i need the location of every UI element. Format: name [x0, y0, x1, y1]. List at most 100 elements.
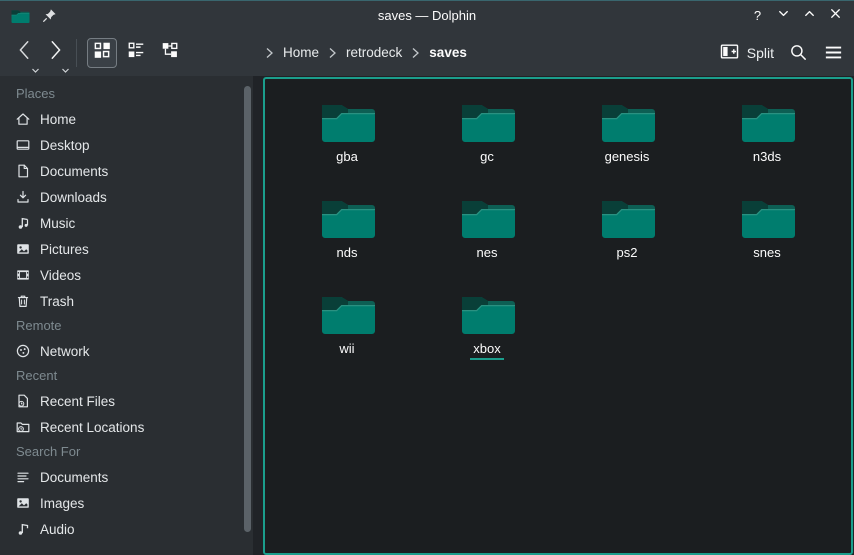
- help-button[interactable]: ?: [749, 7, 766, 24]
- trash-icon: [15, 293, 31, 309]
- sidebar-item-label: Pictures: [40, 242, 89, 257]
- sidebar-item-label: Network: [40, 344, 90, 359]
- folder-grid: gba gc genesis n3ds nds nes ps2 snes wii…: [265, 79, 841, 375]
- icons-view-button[interactable]: [87, 38, 117, 68]
- window-title: saves — Dolphin: [0, 8, 854, 23]
- forward-dropdown-caret-icon[interactable]: [61, 61, 70, 67]
- folder-icon: [739, 191, 795, 241]
- sidebar-item-recent-locations[interactable]: Recent Locations: [0, 414, 253, 440]
- sidebar-section-list: Recent Files Recent Locations: [0, 388, 253, 440]
- folder-icon: [459, 95, 515, 145]
- search-icon: [788, 42, 809, 63]
- folder-icon: [459, 287, 515, 337]
- image-icon: [15, 495, 31, 511]
- sidebar-item-documents[interactable]: Documents: [0, 158, 253, 184]
- documents-lines-icon: [15, 469, 31, 485]
- sidebar-item-home[interactable]: Home: [0, 106, 253, 132]
- sidebar-item-label: Documents: [40, 470, 108, 485]
- sidebar-item-label: Music: [40, 216, 75, 231]
- sidebar-item-documents[interactable]: Documents: [0, 464, 253, 490]
- sidebar-item-audio[interactable]: Audio: [0, 516, 253, 542]
- folder-item-gc[interactable]: gc: [417, 87, 557, 183]
- folder-item-nds[interactable]: nds: [277, 183, 417, 279]
- folder-item-ps2[interactable]: ps2: [557, 183, 697, 279]
- folder-icon: [599, 95, 655, 145]
- sidebar-item-videos[interactable]: Videos: [0, 262, 253, 288]
- close-button[interactable]: [827, 7, 844, 24]
- document-icon: [15, 163, 31, 179]
- chevron-down-icon: [776, 6, 791, 24]
- chevron-right-icon: [328, 47, 337, 59]
- search-button[interactable]: [788, 42, 809, 63]
- sidebar-item-trash[interactable]: Trash: [0, 288, 253, 314]
- sidebar-item-label: Recent Locations: [40, 420, 144, 435]
- split-icon: [719, 41, 740, 65]
- back-button[interactable]: [10, 37, 40, 69]
- music-icon: [15, 215, 31, 231]
- back-dropdown-caret-icon[interactable]: [31, 61, 40, 67]
- folder-item-gba[interactable]: gba: [277, 87, 417, 183]
- hamburger-icon: [823, 42, 844, 63]
- sidebar-item-label: Trash: [40, 294, 74, 309]
- folder-item-nes[interactable]: nes: [417, 183, 557, 279]
- sidebar-section-title: Places: [0, 82, 253, 106]
- sidebar-scrollbar[interactable]: [244, 86, 251, 532]
- folder-label: nds: [334, 245, 361, 264]
- forward-button[interactable]: [40, 37, 70, 69]
- sidebar-item-recent-files[interactable]: Recent Files: [0, 388, 253, 414]
- network-icon: [15, 343, 31, 359]
- main-area: gba gc genesis n3ds nds nes ps2 snes wii…: [253, 76, 854, 555]
- details-view-icon: [126, 40, 146, 65]
- chevron-right-icon: [411, 47, 420, 59]
- folder-item-snes[interactable]: snes: [697, 183, 837, 279]
- video-icon: [15, 267, 31, 283]
- maximize-button[interactable]: [801, 7, 818, 24]
- folder-item-genesis[interactable]: genesis: [557, 87, 697, 183]
- sidebar-item-network[interactable]: Network: [0, 338, 253, 364]
- folder-label: wii: [336, 341, 357, 360]
- folder-icon: [599, 191, 655, 241]
- minimize-button[interactable]: [775, 7, 792, 24]
- icons-view-icon: [92, 40, 112, 65]
- tree-view-button[interactable]: [155, 38, 185, 68]
- sidebar-item-label: Downloads: [40, 190, 107, 205]
- recent-locations-icon: [15, 419, 31, 435]
- sidebar-section: Recent Recent Files Recent Locations: [0, 364, 253, 440]
- folder-item-wii[interactable]: wii: [277, 279, 417, 375]
- toolbar-separator: [76, 39, 77, 67]
- split-button[interactable]: Split: [719, 41, 774, 65]
- titlebar: saves — Dolphin ?: [0, 1, 854, 29]
- sidebar-item-desktop[interactable]: Desktop: [0, 132, 253, 158]
- folder-view[interactable]: gba gc genesis n3ds nds nes ps2 snes wii…: [263, 77, 853, 555]
- recent-files-icon: [15, 393, 31, 409]
- help-icon: ?: [754, 8, 761, 23]
- sidebar-item-label: Desktop: [40, 138, 90, 153]
- breadcrumb-retrodeck[interactable]: retrodeck: [344, 43, 404, 62]
- download-icon: [15, 189, 31, 205]
- details-view-button[interactable]: [121, 38, 151, 68]
- folder-label: snes: [750, 245, 783, 264]
- sidebar-item-label: Home: [40, 112, 76, 127]
- sidebar-section-title: Remote: [0, 314, 253, 338]
- toolbar: Home retrodeck saves Split: [0, 29, 854, 76]
- folder-item-n3ds[interactable]: n3ds: [697, 87, 837, 183]
- sidebar-item-images[interactable]: Images: [0, 490, 253, 516]
- folder-label: n3ds: [750, 149, 784, 168]
- sidebar-item-label: Videos: [40, 268, 81, 283]
- breadcrumb-saves[interactable]: saves: [427, 43, 469, 62]
- sidebar-item-label: Images: [40, 496, 84, 511]
- sidebar-item-pictures[interactable]: Pictures: [0, 236, 253, 262]
- chevron-right-icon: [265, 47, 274, 59]
- folder-label: nes: [474, 245, 501, 264]
- folder-label: gba: [333, 149, 361, 168]
- sidebar-item-downloads[interactable]: Downloads: [0, 184, 253, 210]
- image-icon: [15, 241, 31, 257]
- audio-icon: [15, 521, 31, 537]
- chevron-up-icon: [802, 6, 817, 24]
- menu-button[interactable]: [823, 42, 844, 63]
- sidebar-item-music[interactable]: Music: [0, 210, 253, 236]
- folder-icon: [319, 191, 375, 241]
- folder-item-xbox[interactable]: xbox: [417, 279, 557, 375]
- folder-icon: [319, 287, 375, 337]
- breadcrumb-home[interactable]: Home: [281, 43, 321, 62]
